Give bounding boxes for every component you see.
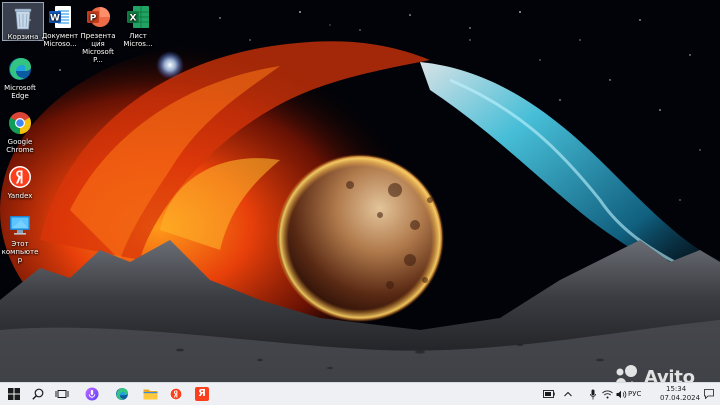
volume-icon: [616, 390, 626, 398]
desktop-icon-edge[interactable]: Microsoft Edge: [0, 54, 40, 100]
start-button[interactable]: [2, 383, 26, 405]
svg-text:P: P: [90, 14, 97, 24]
desktop-icon-word-document[interactable]: W Документ Microso...: [40, 2, 80, 48]
desktop-icon-yandex-browser[interactable]: Yandex: [0, 162, 40, 200]
desktop-icon-label: Этот компьютер: [1, 240, 39, 264]
tray-volume-button[interactable]: [614, 383, 628, 405]
task-view-icon: [55, 390, 69, 398]
desktop-icon-label: Презентация Microsoft P...: [80, 32, 116, 64]
tray-battery-button[interactable]: [540, 383, 558, 405]
alice-icon: [85, 387, 99, 401]
file-explorer-icon: [143, 389, 157, 400]
tray-date[interactable]: 07.04.2024: [660, 394, 700, 402]
edge-icon: [116, 388, 128, 400]
chrome-icon: [9, 112, 31, 134]
search-button[interactable]: [26, 383, 50, 405]
word-document-icon: W: [49, 6, 71, 28]
edge-icon: [9, 58, 31, 80]
recycle-bin-icon: [14, 8, 32, 30]
desktop-icon-label: Корзина: [7, 33, 39, 41]
task-view-button[interactable]: [50, 383, 74, 405]
yandex-icon: Я: [195, 387, 209, 401]
battery-icon: [543, 390, 555, 398]
excel-sheet-icon: X: [127, 6, 149, 28]
notifications-button[interactable]: [700, 383, 718, 405]
file-explorer-button[interactable]: [138, 383, 162, 405]
taskbar: Я РУС 15:34 07.04.2024: [0, 382, 720, 405]
search-icon: [32, 388, 44, 400]
tray-time[interactable]: 15:34: [666, 385, 686, 393]
yandex-icon-letter: Я: [198, 388, 206, 399]
wifi-icon: [601, 389, 613, 398]
taskbar-yandex-browser-button[interactable]: [164, 383, 188, 405]
start-icon: [8, 388, 20, 400]
desktop-icon-excel-sheet[interactable]: X Лист Micros...: [118, 2, 158, 48]
tray-network-button[interactable]: [600, 383, 614, 405]
desktop-icon-powerpoint[interactable]: P Презентация Microsoft P...: [78, 2, 118, 64]
chevron-up-icon: [564, 391, 572, 397]
microphone-icon: [590, 389, 596, 399]
notification-icon: [704, 389, 714, 399]
tray-language[interactable]: РУС: [628, 390, 641, 398]
desktop-icon-label: Документ Microso...: [41, 32, 79, 48]
taskbar-edge-button[interactable]: [110, 383, 134, 405]
this-pc-icon: [10, 216, 30, 235]
desktop-icon-this-pc[interactable]: Этот компьютер: [0, 210, 40, 264]
desktop-icon-label: Yandex: [7, 192, 33, 200]
svg-text:W: W: [50, 14, 60, 24]
desktop-icon-label: Лист Micros...: [123, 32, 153, 48]
tray-microphone-button[interactable]: [586, 383, 600, 405]
desktop-icon-recycle-bin[interactable]: Корзина: [2, 2, 44, 41]
desktop-icon-label: Google Chrome: [6, 138, 34, 154]
yandex-browser-icon: [9, 166, 31, 188]
yandex-button[interactable]: Я: [190, 383, 214, 405]
alice-button[interactable]: [80, 383, 104, 405]
desktop-icon-label: Microsoft Edge: [4, 84, 36, 100]
tray-overflow-button[interactable]: [560, 383, 576, 405]
powerpoint-icon: P: [87, 7, 110, 27]
yandex-browser-icon: [169, 387, 183, 401]
svg-text:X: X: [130, 14, 137, 24]
desktop-icon-chrome[interactable]: Google Chrome: [0, 108, 40, 154]
